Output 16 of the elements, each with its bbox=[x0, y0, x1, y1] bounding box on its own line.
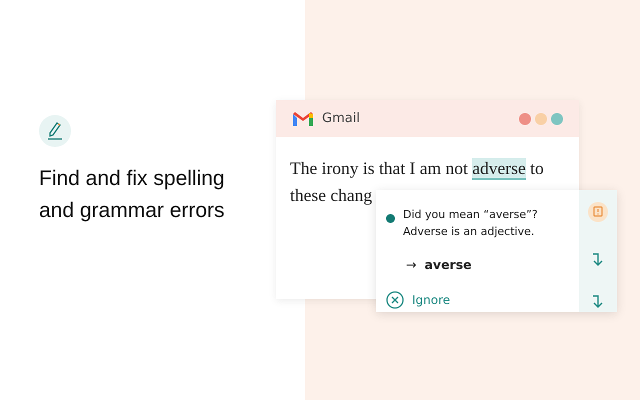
mail-logo-icon bbox=[292, 110, 314, 126]
window-dot[interactable] bbox=[551, 112, 563, 124]
turn-arrow-icon[interactable] bbox=[592, 294, 604, 310]
window-title: Gmail bbox=[322, 110, 360, 128]
window-dot[interactable] bbox=[519, 112, 531, 124]
alert-icon bbox=[588, 202, 608, 222]
window-dot[interactable] bbox=[535, 112, 547, 124]
status-dot bbox=[386, 214, 395, 223]
close-icon bbox=[386, 290, 404, 309]
headline: Find and fix spelling and grammar errors bbox=[39, 166, 226, 224]
turn-arrow-icon[interactable] bbox=[592, 252, 604, 268]
suggestion-explanation: Adverse is an adjective. bbox=[403, 224, 536, 240]
ignore-button[interactable]: Ignore bbox=[412, 290, 450, 309]
pen-icon bbox=[39, 115, 71, 147]
replacement-button[interactable]: → averse bbox=[406, 256, 472, 275]
suggestion-message: Did you mean “averse”? bbox=[403, 207, 538, 223]
